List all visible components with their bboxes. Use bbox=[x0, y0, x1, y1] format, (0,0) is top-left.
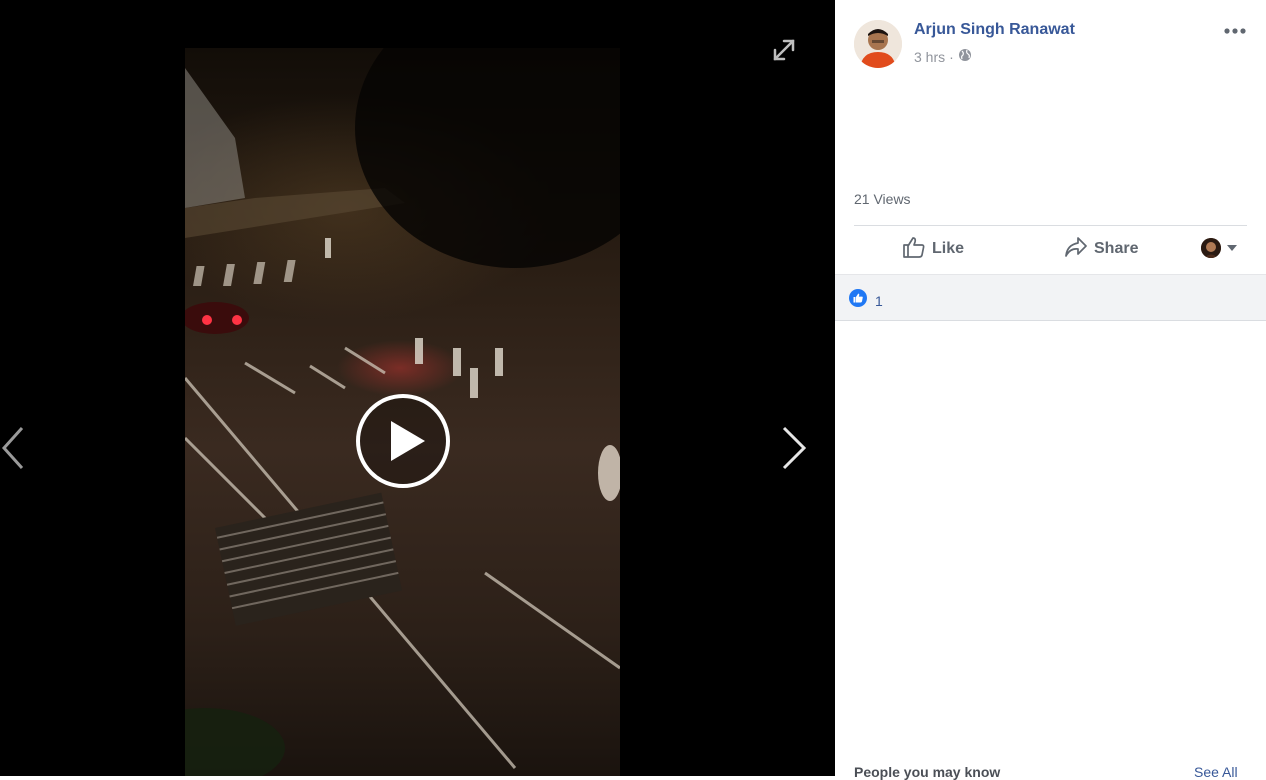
people-you-may-know-title: People you may know bbox=[854, 764, 1001, 780]
share-label: Share bbox=[1094, 240, 1139, 257]
like-button[interactable]: Like bbox=[902, 232, 964, 266]
share-arrow-icon bbox=[1064, 236, 1088, 263]
author-name[interactable]: Arjun Singh Ranawat bbox=[914, 21, 1075, 39]
divider bbox=[854, 225, 1247, 226]
media-viewer bbox=[0, 0, 835, 776]
play-icon[interactable] bbox=[355, 393, 451, 489]
reactions-bar: 1 bbox=[835, 274, 1266, 321]
react-as-selector[interactable] bbox=[1201, 238, 1237, 258]
meta-separator: · bbox=[949, 48, 954, 65]
more-icon[interactable] bbox=[1223, 22, 1247, 40]
avatar[interactable] bbox=[854, 20, 902, 68]
post-meta: 3 hrs · bbox=[914, 48, 972, 65]
timestamp[interactable]: 3 hrs bbox=[914, 49, 945, 65]
thumbs-up-icon bbox=[902, 236, 926, 263]
reaction-summary[interactable]: 1 bbox=[849, 289, 883, 312]
chevron-left-icon[interactable] bbox=[0, 420, 36, 476]
view-count: 21 Views bbox=[854, 191, 911, 207]
like-reaction-icon bbox=[849, 289, 867, 312]
expand-icon[interactable] bbox=[770, 36, 798, 64]
share-button[interactable]: Share bbox=[1064, 232, 1138, 266]
avatar bbox=[1201, 238, 1221, 258]
see-all-link[interactable]: See All bbox=[1194, 764, 1238, 780]
caret-down-icon bbox=[1227, 239, 1237, 257]
post-details-panel: Arjun Singh Ranawat 3 hrs · 21 Views Lik… bbox=[835, 0, 1266, 780]
like-label: Like bbox=[932, 240, 965, 257]
globe-icon[interactable] bbox=[958, 48, 972, 65]
reaction-count: 1 bbox=[875, 292, 883, 309]
chevron-right-icon[interactable] bbox=[776, 420, 812, 476]
